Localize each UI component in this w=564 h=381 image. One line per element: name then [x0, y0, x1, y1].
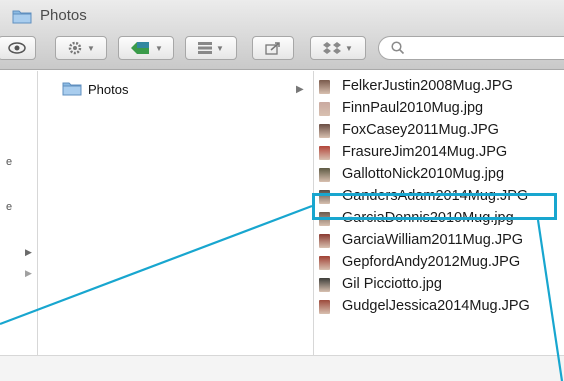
eye-icon: [8, 42, 26, 54]
chevron-down-icon: ▼: [155, 43, 163, 53]
chevron-down-icon: ▼: [345, 43, 353, 53]
file-row[interactable]: GarciaWilliam2011Mug.JPG: [315, 230, 564, 252]
scroll-area: [0, 355, 564, 381]
search-icon: [391, 41, 405, 55]
image-file-icon: [319, 278, 330, 292]
truncated-text: e: [6, 156, 13, 168]
title-bar: Photos: [0, 0, 564, 32]
file-row[interactable]: FinnPaul2010Mug.jpg: [315, 98, 564, 120]
dropbox-button[interactable]: ▼: [310, 36, 366, 60]
file-row[interactable]: Gil Picciotto.jpg: [315, 274, 564, 296]
file-name: GarciaWilliam2011Mug.JPG: [342, 232, 524, 248]
file-name: Gil Picciotto.jpg: [342, 276, 442, 292]
disclosure-arrow-icon[interactable]: ▶: [25, 247, 32, 258]
folder-row-photos[interactable]: Photos ▶: [38, 79, 314, 101]
column-files[interactable]: FelkerJustin2008Mug.JPG FinnPaul2010Mug.j…: [315, 71, 564, 355]
column-parent[interactable]: e e ▶ ▶: [0, 71, 38, 355]
image-file-icon: [319, 256, 330, 270]
file-name: GudgelJessica2014Mug.JPG: [342, 298, 530, 314]
window-title: Photos: [40, 7, 87, 24]
file-row[interactable]: GarciaDennis2010Mug.jpg: [315, 208, 564, 230]
dropbox-icon: [323, 42, 342, 54]
image-file-icon: [319, 168, 330, 182]
file-name: FinnPaul2010Mug.jpg: [342, 100, 484, 116]
file-row[interactable]: FelkerJustin2008Mug.JPG: [315, 76, 564, 98]
folder-label: Photos: [88, 82, 129, 97]
tag-icon: [131, 42, 150, 54]
search-input[interactable]: [378, 36, 564, 60]
arrange-button[interactable]: ▼: [185, 36, 237, 60]
toolbar: ▼ ▼ ▼ ▼: [0, 32, 564, 70]
disclosure-arrow-icon: ▶: [296, 84, 304, 95]
folder-icon: [62, 82, 82, 96]
chevron-down-icon: ▼: [216, 43, 224, 53]
grid-icon: [198, 42, 213, 54]
image-file-icon: [319, 146, 330, 160]
truncated-text: e: [6, 201, 13, 213]
file-name: FoxCasey2011Mug.JPG: [342, 122, 499, 138]
file-name: GepfordAndy2012Mug.JPG: [342, 254, 521, 270]
folder-icon: [12, 10, 32, 24]
image-file-icon: [319, 190, 330, 204]
image-file-icon: [319, 124, 330, 138]
chevron-down-icon: ▼: [87, 43, 95, 53]
action-button[interactable]: ▼: [55, 36, 107, 60]
file-name: GandersAdam2014Mug.JPG: [342, 188, 529, 204]
file-name: FrasureJim2014Mug.JPG: [342, 144, 508, 160]
quick-look-button[interactable]: [0, 36, 36, 60]
disclosure-arrow-icon[interactable]: ▶: [25, 268, 32, 279]
file-row[interactable]: GallottoNick2010Mug.jpg: [315, 164, 564, 186]
file-name: GarciaDennis2010Mug.jpg: [342, 210, 514, 226]
share-button[interactable]: [252, 36, 294, 60]
image-file-icon: [319, 102, 330, 116]
tag-button[interactable]: ▼: [118, 36, 174, 60]
image-file-icon: [319, 212, 330, 226]
image-file-icon: [319, 300, 330, 314]
file-row[interactable]: FoxCasey2011Mug.JPG: [315, 120, 564, 142]
share-icon: [265, 42, 280, 55]
file-row[interactable]: FrasureJim2014Mug.JPG: [315, 142, 564, 164]
gear-icon: [68, 41, 82, 55]
file-row[interactable]: GudgelJessica2014Mug.JPG: [315, 296, 564, 318]
file-name: FelkerJustin2008Mug.JPG: [342, 78, 513, 94]
image-file-icon: [319, 80, 330, 94]
column-folders[interactable]: Photos ▶: [38, 71, 314, 355]
file-name: GallottoNick2010Mug.jpg: [342, 166, 505, 182]
file-row[interactable]: GandersAdam2014Mug.JPG: [315, 186, 564, 208]
image-file-icon: [319, 234, 330, 248]
file-row[interactable]: GepfordAndy2012Mug.JPG: [315, 252, 564, 274]
